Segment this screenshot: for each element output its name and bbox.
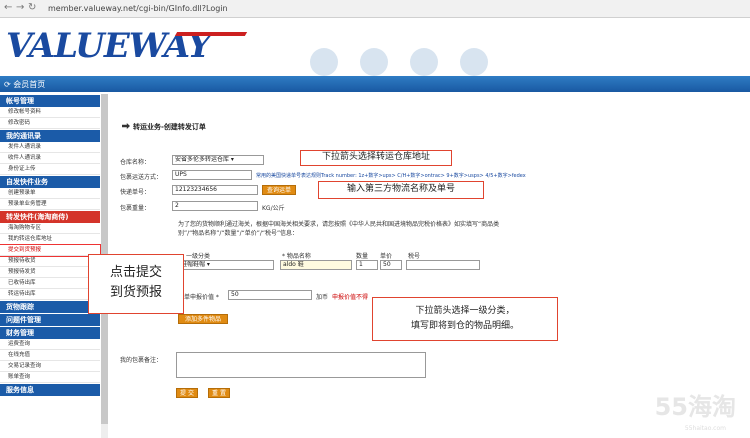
weight-value: 2 (175, 202, 179, 209)
sidebar-item[interactable]: 在线充值 (0, 350, 100, 361)
declared-input[interactable]: 50 (228, 290, 312, 300)
url-text[interactable]: member.valueway.net/cgi-bin/GInfo.dll?Lo… (48, 4, 228, 13)
price-value: 50 (383, 261, 391, 268)
tracking-value: 12123234656 (175, 186, 217, 193)
remark-textarea[interactable] (176, 352, 426, 378)
callout-tracking: 输入第三方物流名称及单号 (318, 181, 484, 199)
col-category: 一级分类 (186, 253, 211, 260)
sidebar-item[interactable]: 预录单业务管理 (0, 199, 100, 210)
callout-category: 下拉箭头选择一级分类， 填写即将到仓的物品明细。 (372, 297, 558, 341)
sidebar-section-4[interactable]: 货物跟踪 (0, 300, 100, 313)
price-input[interactable]: 50 (380, 260, 402, 270)
carrier-hint: 常用的美国快递单号表达规则Track number: 1z+数字>ups> C/… (256, 173, 526, 179)
weight-label: 包裹重量： (120, 205, 151, 212)
warehouse-label: 仓库名称： (120, 159, 151, 166)
reset-button[interactable]: 重 置 (208, 388, 230, 398)
home-link[interactable]: ⟳ 会员首页 (4, 79, 45, 90)
arrow-icon (122, 123, 130, 129)
sidebar-item[interactable]: 预报待收货 (0, 256, 100, 267)
item-name-input[interactable]: aldo 鞋 (280, 260, 352, 270)
sidebar-item[interactable]: 发件人通讯录 (0, 142, 100, 153)
sidebar: 帐号管理 修改帐号资料 修改密码 我的通讯录 发件人通讯录 收件人通讯录 身份证上传 自发快件… (0, 94, 101, 438)
calculator-icon (360, 48, 388, 76)
sidebar-section-5[interactable]: 问题件管理 (0, 313, 100, 326)
reload-icon[interactable]: ↻ (28, 2, 36, 13)
weight-unit: KG/公斤 (262, 205, 285, 212)
submit-button[interactable]: 提 交 (176, 388, 198, 398)
weight-input[interactable]: 2 (172, 201, 258, 211)
carrier-label: 包裹运送方式： (120, 174, 163, 181)
home-label: 会员首页 (13, 80, 46, 89)
sidebar-item[interactable]: 海淘购物专区 (0, 223, 100, 234)
qty-value: 1 (359, 261, 363, 268)
col-tax: 税号 (408, 253, 421, 260)
sidebar-item[interactable]: 已收待出库 (0, 278, 100, 289)
col-name: * 物品名称 (282, 253, 311, 260)
col-qty: 数量 (356, 253, 369, 260)
category-value: 鞋帽鞋帽 (181, 261, 206, 268)
sidebar-item[interactable]: 预报待发货 (0, 267, 100, 278)
query-waybill-button[interactable]: 查询运单 (262, 185, 296, 195)
sidebar-item[interactable]: 账单查询 (0, 372, 100, 383)
sidebar-section-3[interactable]: 转发快件(海淘商侍) (0, 210, 100, 223)
qty-input[interactable]: 1 (356, 260, 378, 270)
search-globe-icon (410, 48, 438, 76)
header-bar: ⟳ 会员首页 (0, 76, 750, 92)
page-title-text: 转运业务-创建转发订单 (133, 123, 206, 131)
declared-label: 订单申报价值 * (178, 294, 219, 301)
tax-input[interactable] (406, 260, 480, 270)
watermark: 55海淘 (654, 393, 736, 421)
back-icon[interactable]: ← (4, 2, 12, 13)
warehouse-value: 安省多伦多转运仓库 (175, 156, 230, 163)
valueway-logo: VALUEWAY (6, 26, 212, 66)
watermark-sub: 55haitao.com (684, 425, 726, 432)
sidebar-section-0[interactable]: 帐号管理 (0, 94, 100, 107)
sidebar-item[interactable]: 收件人通讯录 (0, 153, 100, 164)
sidebar-item[interactable]: 提交到货预报 (0, 244, 101, 257)
carrier-value: UPS (175, 171, 187, 178)
envelope-icon (310, 48, 338, 76)
category-select[interactable]: 鞋帽鞋帽 ▾ (178, 260, 274, 270)
sidebar-section-7[interactable]: 服务信息 (0, 383, 100, 396)
sidebar-item[interactable]: 创建预录单 (0, 188, 100, 199)
sidebar-item[interactable]: 修改密码 (0, 118, 100, 129)
sidebar-item[interactable]: 交易记录查询 (0, 361, 100, 372)
sidebar-section-6[interactable]: 财务管理 (0, 326, 100, 339)
address-bar: ← → ↻ member.valueway.net/cgi-bin/GInfo.… (0, 0, 750, 18)
declared-unit: 加币 (316, 294, 329, 301)
warehouse-select[interactable]: 安省多伦多转运仓库 ▾ (172, 155, 264, 165)
sidebar-item[interactable]: 身份证上传 (0, 164, 100, 175)
sidebar-item[interactable]: 我的转运仓库地址 (0, 234, 100, 245)
declared-value: 50 (231, 291, 239, 298)
declared-hint: 申报价值不得 (332, 294, 369, 301)
item-name-value: aldo 鞋 (283, 261, 304, 268)
sidebar-item[interactable]: 修改帐号资料 (0, 107, 100, 118)
page-title: 转运业务-创建转发订单 (122, 122, 206, 132)
forward-icon[interactable]: → (16, 2, 24, 13)
sidebar-section-2[interactable]: 自发快件业务 (0, 175, 100, 188)
sidebar-item[interactable]: 运费查询 (0, 339, 100, 350)
customs-note: 为了您的货物顺利通过海关，根据中国海关相关要求，请您按照《中华人民共和国进境物品… (178, 221, 500, 237)
tracking-input[interactable]: 12123234656 (172, 185, 258, 195)
tracking-label: 快递单号： (120, 189, 151, 196)
callout-submit-forecast: 点击提交 到货预报 (88, 254, 184, 314)
col-price: 单价 (380, 253, 393, 260)
piggy-icon (460, 48, 488, 76)
sidebar-section-1[interactable]: 我的通讯录 (0, 129, 100, 142)
callout-warehouse: 下拉箭头选择转运仓库地址 (300, 150, 452, 166)
carrier-select[interactable]: UPS (172, 170, 252, 180)
add-items-button[interactable]: 添加多件物品 (178, 314, 228, 324)
sidebar-item[interactable]: 转运待出库 (0, 289, 100, 300)
remark-label: 我的包裹备注： (120, 357, 163, 364)
